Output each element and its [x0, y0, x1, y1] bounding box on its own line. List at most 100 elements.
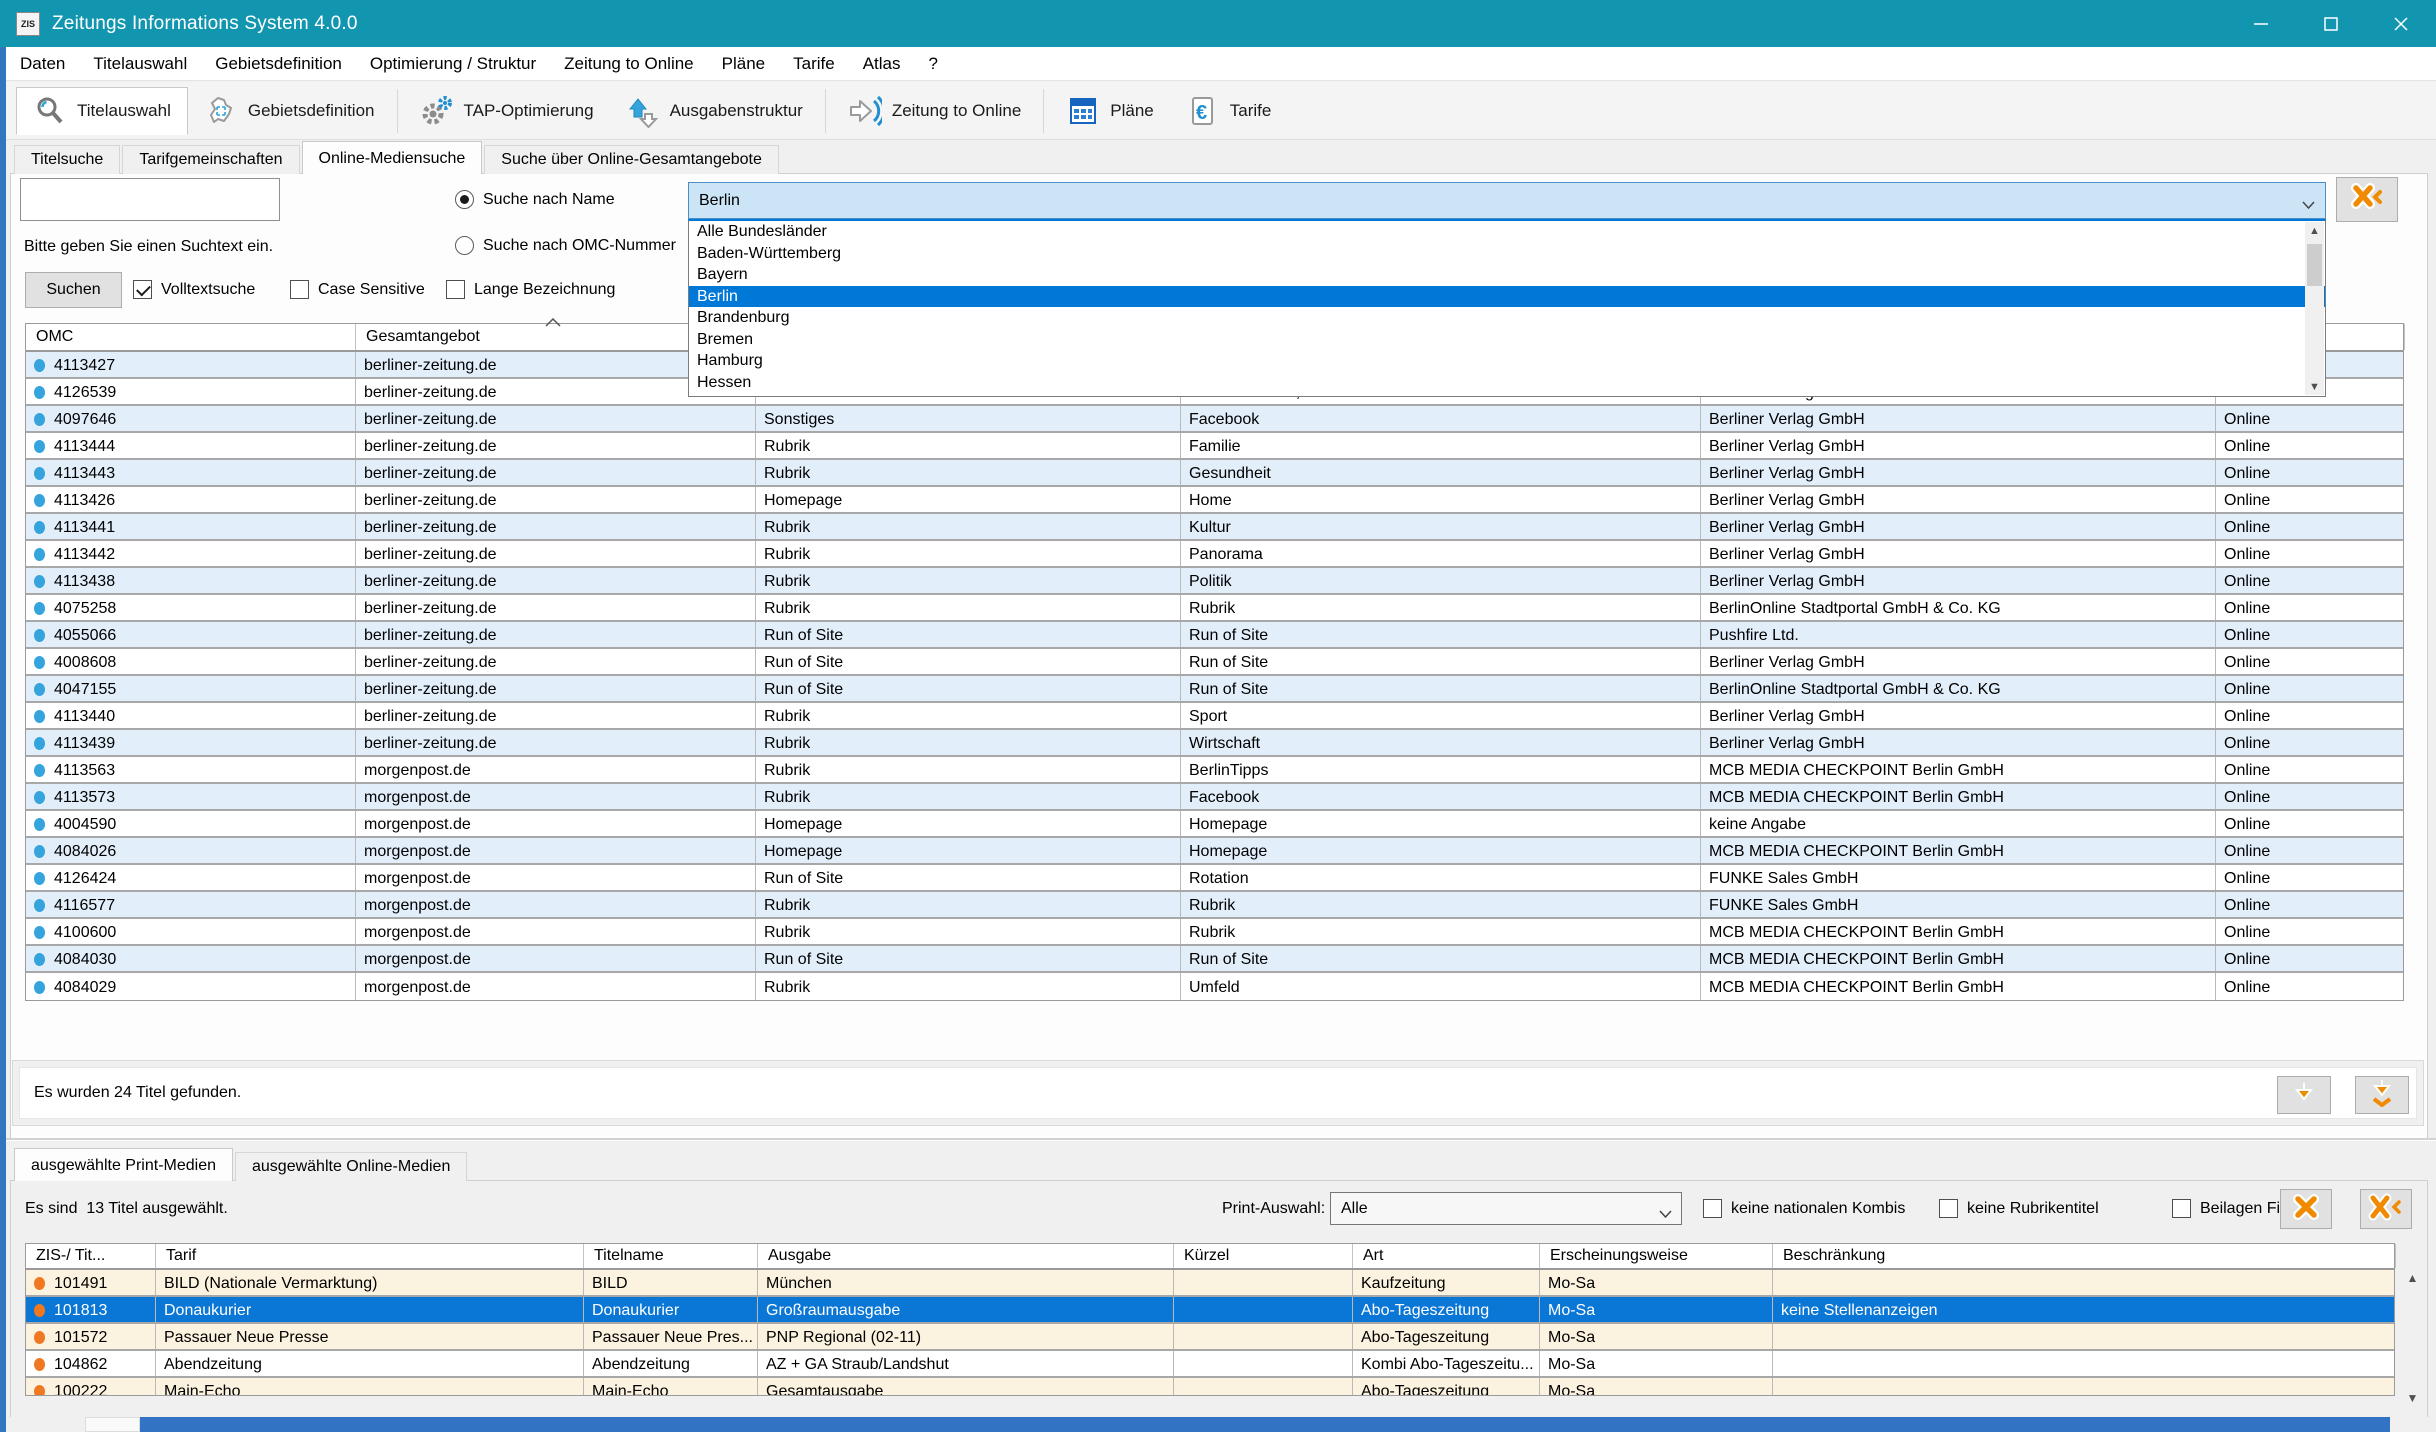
table-row[interactable]: 4047155 berliner-zeitung.de Run of Site … — [26, 676, 2403, 703]
radio-suche-nach-omc-nummer[interactable]: Suche nach OMC-Nummer — [455, 236, 676, 255]
sort-ascending-icon[interactable] — [545, 314, 561, 332]
dropdown-item[interactable]: Baden-Württemberg — [689, 243, 2325, 265]
scrollbar-thumb[interactable] — [140, 1417, 2390, 1432]
radio-suche-nach-name[interactable]: Suche nach Name — [455, 190, 615, 209]
menu-item[interactable]: Gebietsdefinition — [201, 47, 356, 81]
scrollbar-thumb[interactable] — [2307, 244, 2322, 286]
toolbar-tarife-button[interactable]: € Tarife — [1170, 87, 1288, 135]
toolbar-tap-optimierung-button[interactable]: TAP-Optimierung — [404, 87, 610, 135]
menu-item[interactable]: Zeitung to Online — [550, 47, 707, 81]
dropdown-item[interactable]: Brandenburg — [689, 307, 2325, 329]
table-row[interactable]: 101572 Passauer Neue Presse Passauer Neu… — [26, 1324, 2394, 1351]
dropdown-item[interactable]: Bremen — [689, 329, 2325, 351]
column-header[interactable]: Ausgabe — [758, 1244, 1174, 1268]
horizontal-scrollbar[interactable] — [0, 1417, 2436, 1432]
table-row[interactable]: 4084026 morgenpost.de Homepage Homepage … — [26, 838, 2403, 865]
table-row[interactable]: 4113573 morgenpost.de Rubrik Facebook MC… — [26, 784, 2403, 811]
art-cell: Kaufzeitung — [1353, 1270, 1540, 1295]
column-header[interactable]: ZIS-/ Tit... — [26, 1244, 156, 1268]
menu-item[interactable]: Daten — [6, 47, 79, 81]
toolbar-gebietsdefinition-button[interactable]: Gebietsdefinition — [188, 87, 391, 135]
table-row[interactable]: 4084030 morgenpost.de Run of Site Run of… — [26, 946, 2403, 973]
dropdown-scrollbar[interactable]: ▲ ▼ — [2305, 222, 2324, 395]
column-header[interactable]: Tarif — [156, 1244, 584, 1268]
table-row[interactable]: 4113442 berliner-zeitung.de Rubrik Panor… — [26, 541, 2403, 568]
remove-selected-button[interactable] — [2280, 1189, 2332, 1229]
table-row[interactable]: 101491 BILD (Nationale Vermarktung) BILD… — [26, 1270, 2394, 1297]
table-row[interactable]: 104862 Abendzeitung Abendzeitung AZ + GA… — [26, 1351, 2394, 1378]
table-row[interactable]: 100222 Main-Echo Main-Echo Gesamtausgabe… — [26, 1378, 2394, 1395]
minimize-button[interactable] — [2226, 0, 2296, 47]
menu-item[interactable]: Optimierung / Struktur — [356, 47, 550, 81]
dropdown-item[interactable]: Alle Bundesländer — [689, 221, 2325, 243]
table-row[interactable]: 4004590 morgenpost.de Homepage Homepage … — [26, 811, 2403, 838]
dropdown-item[interactable]: Bayern — [689, 264, 2325, 286]
table-row[interactable]: 4126424 morgenpost.de Run of Site Rotati… — [26, 865, 2403, 892]
table-row[interactable]: 4100600 morgenpost.de Rubrik Rubrik MCB … — [26, 919, 2403, 946]
table-row[interactable]: 4113439 berliner-zeitung.de Rubrik Wirts… — [26, 730, 2403, 757]
menu-item[interactable]: Titelauswahl — [79, 47, 201, 81]
column-header[interactable]: Art — [1353, 1244, 1540, 1268]
add-selected-button[interactable] — [2277, 1076, 2331, 1114]
table-row[interactable]: 4097646 berliner-zeitung.de Sonstiges Fa… — [26, 406, 2403, 433]
tab-ausgewaehlte-print-medien[interactable]: ausgewählte Print-Medien — [14, 1148, 233, 1181]
table-row[interactable]: 4116577 morgenpost.de Rubrik Rubrik FUNK… — [26, 892, 2403, 919]
table-row[interactable]: 4075258 berliner-zeitung.de Rubrik Rubri… — [26, 595, 2403, 622]
menu-item[interactable]: ? — [914, 47, 951, 81]
checkbox-keine-rubrikentitel[interactable]: keine Rubrikentitel — [1939, 1199, 2099, 1218]
menu-item[interactable]: Atlas — [849, 47, 915, 81]
scroll-up-icon[interactable]: ▲ — [2305, 222, 2324, 239]
table-row[interactable]: 4113444 berliner-zeitung.de Rubrik Famil… — [26, 433, 2403, 460]
suchen-button[interactable]: Suchen — [25, 272, 122, 308]
search-input[interactable] — [20, 178, 280, 221]
menu-item[interactable]: Tarife — [779, 47, 849, 81]
table-row[interactable]: 4084029 morgenpost.de Rubrik Umfeld MCB … — [26, 973, 2403, 1000]
typ-cell: Run of Site — [756, 946, 1181, 971]
column-header[interactable]: Titelname — [584, 1244, 758, 1268]
scroll-up-icon[interactable]: ▲ — [2400, 1269, 2425, 1287]
clear-region-filter-button[interactable] — [2336, 177, 2398, 222]
table-row[interactable]: 4055066 berliner-zeitung.de Run of Site … — [26, 622, 2403, 649]
tab-suche-online-gesamtangebote[interactable]: Suche über Online-Gesamtangebote — [484, 145, 779, 174]
table-row[interactable]: 4008608 berliner-zeitung.de Run of Site … — [26, 649, 2403, 676]
toolbar-plaene-button[interactable]: Pläne — [1050, 87, 1169, 135]
column-header[interactable]: Beschränkung — [1773, 1244, 2396, 1268]
close-button[interactable] — [2366, 0, 2436, 47]
add-all-button[interactable] — [2355, 1076, 2409, 1114]
scroll-left-button[interactable] — [85, 1417, 140, 1432]
checkbox-case-sensitive[interactable]: Case Sensitive — [290, 280, 425, 299]
table-row[interactable]: 4113438 berliner-zeitung.de Rubrik Polit… — [26, 568, 2403, 595]
gesamtangebot-cell: berliner-zeitung.de — [356, 676, 756, 701]
table-row[interactable]: 4113441 berliner-zeitung.de Rubrik Kultu… — [26, 514, 2403, 541]
table-row[interactable]: 4113443 berliner-zeitung.de Rubrik Gesun… — [26, 460, 2403, 487]
table-row[interactable]: 101813 Donaukurier Donaukurier Großrauma… — [26, 1297, 2394, 1324]
toolbar-ausgabenstruktur-button[interactable]: Ausgabenstruktur — [610, 87, 819, 135]
column-header[interactable]: Erscheinungsweise — [1540, 1244, 1773, 1268]
checkbox-keine-nationalen-kombis[interactable]: keine nationalen Kombis — [1703, 1199, 1905, 1218]
selected-table-vertical-scrollbar[interactable]: ▲ ▼ — [2400, 1269, 2425, 1407]
tab-ausgewaehlte-online-medien[interactable]: ausgewählte Online-Medien — [235, 1152, 468, 1181]
print-auswahl-combobox[interactable]: Alle — [1330, 1192, 1682, 1225]
bundesland-combobox[interactable]: Berlin — [688, 182, 2326, 219]
tab-online-mediensuche[interactable]: Online-Mediensuche — [301, 141, 483, 174]
table-row[interactable]: 4113426 berliner-zeitung.de Homepage Hom… — [26, 487, 2403, 514]
maximize-button[interactable] — [2296, 0, 2366, 47]
scroll-down-icon[interactable]: ▼ — [2400, 1389, 2425, 1407]
column-header[interactable]: OMC — [26, 324, 356, 350]
checkbox-lange-bezeichnung[interactable]: Lange Bezeichnung — [446, 280, 615, 299]
checkbox-volltextsuche[interactable]: Volltextsuche — [133, 280, 255, 299]
kuerzel-cell — [1174, 1270, 1353, 1295]
dropdown-item[interactable]: Berlin — [689, 285, 2325, 307]
table-row[interactable]: 4113563 morgenpost.de Rubrik BerlinTipps… — [26, 757, 2403, 784]
toolbar-zeitung-to-online-button[interactable]: Zeitung to Online — [832, 87, 1037, 135]
tab-tarifgemeinschaften[interactable]: Tarifgemeinschaften — [122, 145, 300, 174]
dropdown-item[interactable]: Hessen — [689, 372, 2325, 394]
column-header[interactable]: Kürzel — [1174, 1244, 1353, 1268]
toolbar-titelauswahl-button[interactable]: Titelauswahl — [16, 86, 188, 135]
remove-all-button[interactable] — [2360, 1189, 2412, 1229]
tab-titelsuche[interactable]: Titelsuche — [14, 145, 121, 174]
menu-item[interactable]: Pläne — [708, 47, 779, 81]
scroll-down-icon[interactable]: ▼ — [2305, 378, 2324, 395]
table-row[interactable]: 4113440 berliner-zeitung.de Rubrik Sport… — [26, 703, 2403, 730]
dropdown-item[interactable]: Hamburg — [689, 350, 2325, 372]
